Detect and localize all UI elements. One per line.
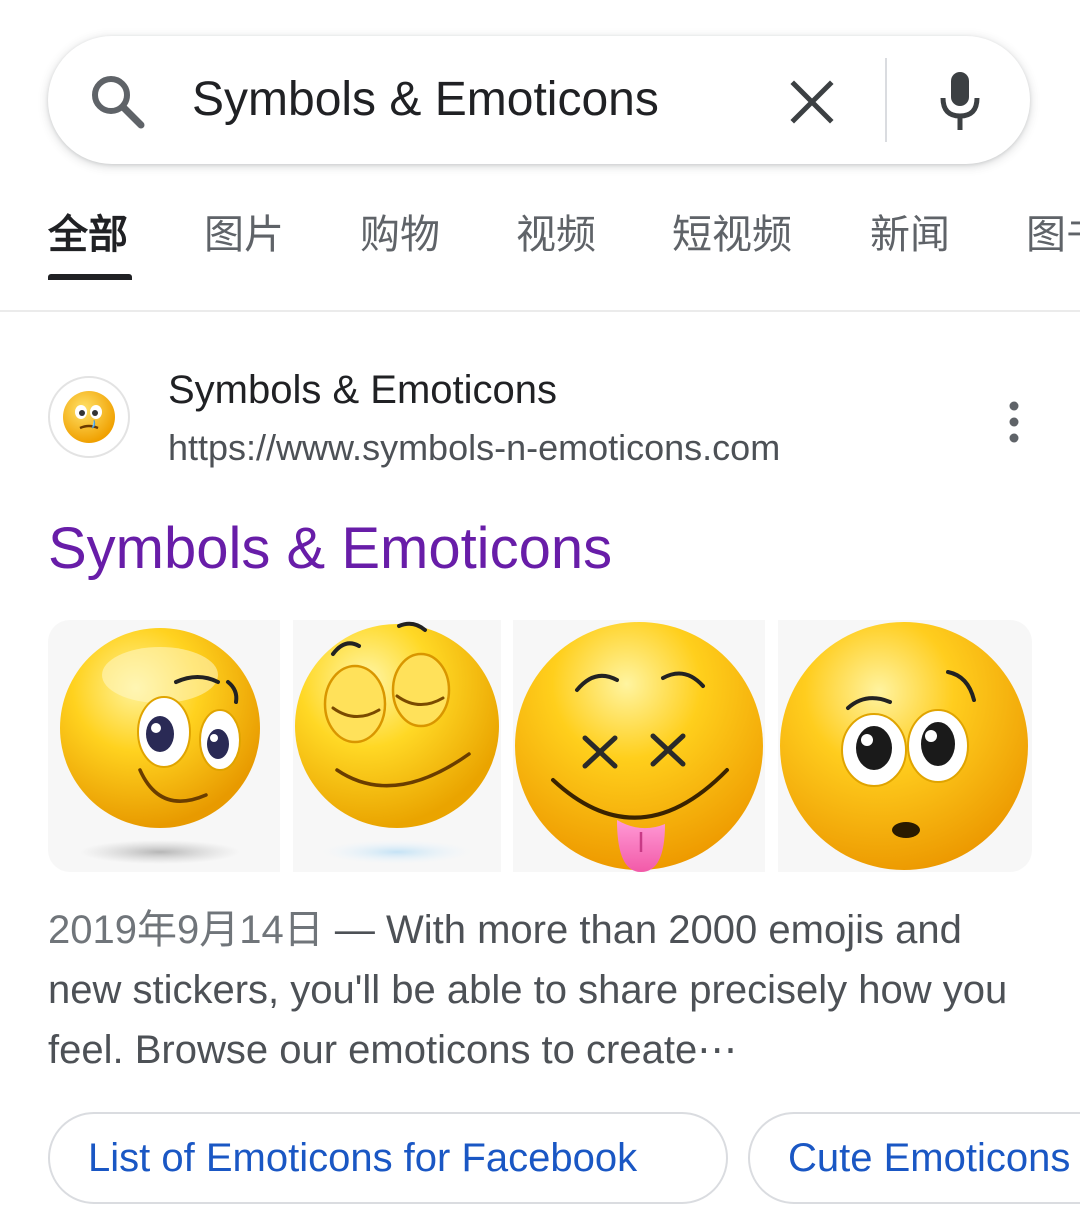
tab-shopping[interactable]: 购物 [360, 210, 440, 260]
tab-news[interactable]: 新闻 [870, 210, 950, 260]
site-name[interactable]: Symbols & Emoticons [168, 366, 557, 414]
image-thumbnail-2[interactable] [293, 620, 501, 872]
smiley-eyes-closed-icon [295, 621, 499, 864]
close-icon[interactable] [790, 80, 834, 124]
image-thumbnail-1[interactable] [48, 620, 280, 872]
site-url[interactable]: https://www.symbols-n-emoticons.com [168, 426, 780, 470]
search-bar[interactable]: Symbols & Emoticons [48, 36, 1030, 164]
image-thumbnail-3[interactable] [513, 620, 765, 872]
snippet-separator: — [323, 908, 386, 952]
smiley-dizzy-tongue-out-icon [515, 622, 763, 872]
related-chip-facebook-emoticons[interactable]: List of Emoticons for Facebook [48, 1112, 728, 1204]
tab-images[interactable]: 图片 [204, 210, 284, 260]
related-chip-cute-emoticons[interactable]: Cute Emoticons [748, 1112, 1080, 1204]
smiley-surprised-icon [780, 622, 1028, 870]
smiley-favicon-icon [63, 391, 115, 443]
tab-active-indicator [48, 274, 132, 280]
image-thumbnails [48, 620, 1032, 872]
result-title-link[interactable]: Symbols & Emoticons [48, 514, 612, 584]
more-options-icon[interactable] [1000, 400, 1028, 444]
site-favicon[interactable] [48, 376, 130, 458]
result-snippet: 2019年9月14日 — With more than 2000 emojis … [48, 900, 1008, 1080]
smiley-looking-sideways-icon [60, 628, 260, 864]
tab-videos[interactable]: 视频 [516, 210, 596, 260]
search-icon[interactable] [88, 72, 146, 130]
tab-all[interactable]: 全部 [48, 210, 128, 260]
tab-books[interactable]: 图书 [1026, 210, 1080, 260]
microphone-icon[interactable] [936, 70, 984, 132]
tab-short-videos[interactable]: 短视频 [672, 210, 792, 260]
result-date: 2019年9月14日 [48, 908, 324, 952]
image-thumbnail-4[interactable] [778, 620, 1032, 872]
search-tabs: 全部 图片 购物 视频 短视频 新闻 图书 [0, 196, 1080, 312]
search-input[interactable]: Symbols & Emoticons [192, 70, 659, 130]
search-bar-divider [885, 58, 887, 142]
